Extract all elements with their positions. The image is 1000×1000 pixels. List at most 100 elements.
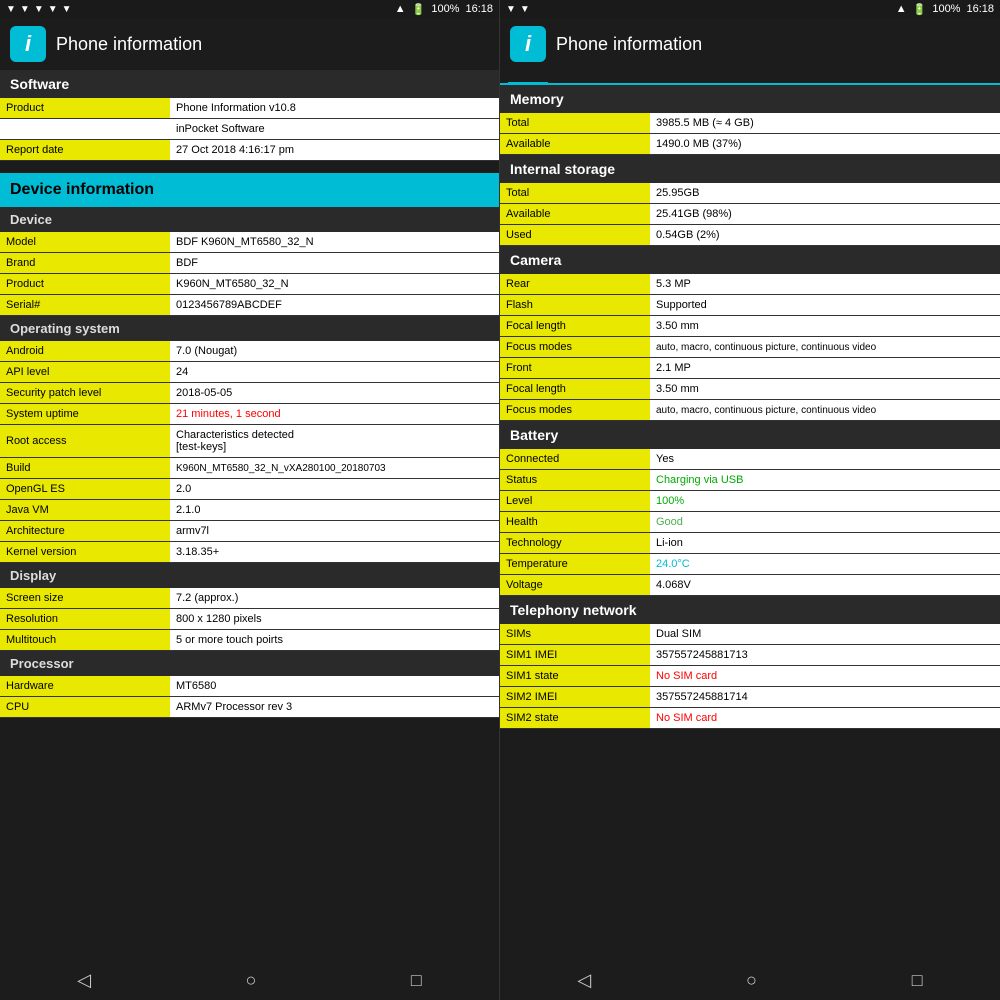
battery-percent-left: 100% (431, 3, 459, 15)
product-row: Product Phone Information v10.8 (0, 98, 499, 119)
memory-section-header: Memory (500, 85, 1000, 113)
telephony-section-header: Telephony network (500, 596, 1000, 624)
build-value: K960N_MT6580_32_N_vXA280100_20180703 (170, 458, 499, 478)
temperature-label: Temperature (500, 554, 650, 574)
storage-used-label: Used (500, 225, 650, 245)
recent-button-left[interactable]: □ (411, 970, 422, 991)
connected-label: Connected (500, 449, 650, 469)
storage-total-label: Total (500, 183, 650, 203)
storage-used-row: Used 0.54GB (2%) (500, 225, 1000, 246)
sim1-imei-row: SIM1 IMEI 357557245881713 (500, 645, 1000, 666)
resolution-label: Resolution (0, 609, 170, 629)
temperature-value: 24.0°C (650, 554, 1000, 574)
os-subsection: Operating system (0, 316, 499, 341)
back-button-right[interactable]: ◁ (577, 970, 591, 991)
product2-label: Product (0, 274, 170, 294)
left-panel-title: Phone information (56, 34, 202, 55)
sim1-imei-value: 357557245881713 (650, 645, 1000, 665)
technology-value: Li-ion (650, 533, 1000, 553)
sim1-state-label: SIM1 state (500, 666, 650, 686)
home-button-left[interactable]: ○ (246, 970, 257, 991)
right-panel: i Phone information Memory Total 3985.5 … (500, 18, 1000, 960)
javavm-value: 2.1.0 (170, 500, 499, 520)
sims-value: Dual SIM (650, 624, 1000, 644)
mem-avail-value: 1490.0 MB (37%) (650, 134, 1000, 154)
brand-row: Brand BDF (0, 253, 499, 274)
right-status-icons: ▼▼ (506, 4, 530, 15)
build-label: Build (0, 458, 170, 478)
time-right: 16:18 (966, 3, 994, 15)
level-label: Level (500, 491, 650, 511)
storage-total-value: 25.95GB (650, 183, 1000, 203)
model-row: Model BDF K960N_MT6580_32_N (0, 232, 499, 253)
uptime-row: System uptime 21 minutes, 1 second (0, 404, 499, 425)
health-label: Health (500, 512, 650, 532)
hardware-value: MT6580 (170, 676, 499, 696)
security-value: 2018-05-05 (170, 383, 499, 403)
focal-rear-value: 3.50 mm (650, 316, 1000, 336)
right-panel-title: Phone information (556, 34, 702, 55)
inpocket-value: inPocket Software (170, 119, 499, 139)
left-panel-header: i Phone information (0, 18, 499, 70)
focus-front-row: Focus modes auto, macro, continuous pict… (500, 400, 1000, 421)
right-panel-header: i Phone information (500, 18, 1000, 70)
signal-icon: ▲ (395, 3, 406, 15)
serial-label: Serial# (0, 295, 170, 315)
sim2-imei-label: SIM2 IMEI (500, 687, 650, 707)
arch-value: armv7l (170, 521, 499, 541)
model-value: BDF K960N_MT6580_32_N (170, 232, 499, 252)
sim1-state-value: No SIM card (650, 666, 1000, 686)
root-label: Root access (0, 425, 170, 457)
flash-row: Flash Supported (500, 295, 1000, 316)
focal-front-value: 3.50 mm (650, 379, 1000, 399)
device-subsection: Device (0, 207, 499, 232)
health-value: Good (650, 512, 1000, 532)
processor-subsection: Processor (0, 651, 499, 676)
resolution-value: 800 x 1280 pixels (170, 609, 499, 629)
right-status-right: ▲ 🔋 100% 16:18 (896, 3, 994, 16)
root-value: Characteristics detected [test-keys] (170, 425, 499, 457)
device-info-header: Device information (0, 173, 499, 207)
focal-front-label: Focal length (500, 379, 650, 399)
focus-front-label: Focus modes (500, 400, 650, 420)
javavm-label: Java VM (0, 500, 170, 520)
multitouch-value: 5 or more touch poirts (170, 630, 499, 650)
home-button-right[interactable]: ○ (746, 970, 757, 991)
inpocket-row: inPocket Software (0, 119, 499, 140)
battery-section-header: Battery (500, 421, 1000, 449)
rear-label: Rear (500, 274, 650, 294)
opengl-label: OpenGL ES (0, 479, 170, 499)
serial-value: 0123456789ABCDEF (170, 295, 499, 315)
left-panel: i Phone information Software Product Pho… (0, 18, 500, 960)
opengl-value: 2.0 (170, 479, 499, 499)
tab-bar (500, 70, 1000, 85)
sim2-imei-value: 357557245881714 (650, 687, 1000, 707)
arch-row: Architecture armv7l (0, 521, 499, 542)
product2-value: K960N_MT6580_32_N (170, 274, 499, 294)
build-row: Build K960N_MT6580_32_N_vXA280100_201807… (0, 458, 499, 479)
tab-2[interactable] (548, 70, 588, 83)
software-section-header: Software (0, 70, 499, 98)
right-nav-bar: ◁ ○ □ (500, 960, 1000, 1000)
tab-1[interactable] (508, 70, 548, 85)
mem-total-label: Total (500, 113, 650, 133)
sim1-state-row: SIM1 state No SIM card (500, 666, 1000, 687)
product-value: Phone Information v10.8 (170, 98, 499, 118)
rear-value: 5.3 MP (650, 274, 1000, 294)
sims-label: SIMs (500, 624, 650, 644)
hardware-row: Hardware MT6580 (0, 676, 499, 697)
focus-front-value: auto, macro, continuous picture, continu… (650, 400, 1000, 420)
back-button-left[interactable]: ◁ (77, 970, 91, 991)
resolution-row: Resolution 800 x 1280 pixels (0, 609, 499, 630)
storage-avail-value: 25.41GB (98%) (650, 204, 1000, 224)
connected-row: Connected Yes (500, 449, 1000, 470)
health-row: Health Good (500, 512, 1000, 533)
mem-avail-label: Available (500, 134, 650, 154)
focal-rear-label: Focal length (500, 316, 650, 336)
kernel-row: Kernel version 3.18.35+ (0, 542, 499, 563)
recent-button-right[interactable]: □ (912, 970, 923, 991)
app-icon-left: i (10, 26, 46, 62)
root-row: Root access Characteristics detected [te… (0, 425, 499, 458)
storage-section-header: Internal storage (500, 155, 1000, 183)
focus-rear-row: Focus modes auto, macro, continuous pict… (500, 337, 1000, 358)
